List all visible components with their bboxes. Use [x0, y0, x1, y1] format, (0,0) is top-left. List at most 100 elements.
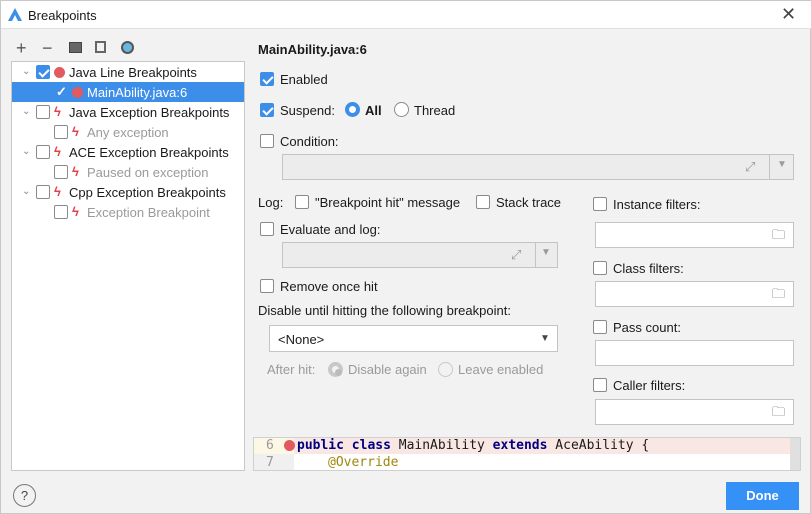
evaluate-checkbox[interactable]: [260, 222, 274, 236]
suspend-all-label: All: [365, 103, 382, 118]
expand-icon[interactable]: ⤢: [511, 247, 521, 263]
tree-item-label: Cpp Exception Breakpoints: [69, 185, 226, 200]
evaluate-label: Evaluate and log:: [280, 222, 381, 237]
tree-item[interactable]: ⌄ ϟ ACE Exception Breakpoints: [12, 142, 244, 162]
title-bar: Breakpoints ✕: [1, 1, 811, 29]
tree-item-checkbox[interactable]: [36, 105, 50, 119]
tree-item-label: Java Line Breakpoints: [69, 65, 197, 80]
disable-until-label: Disable until hitting the following brea…: [258, 303, 511, 318]
tree-item-checkbox[interactable]: [36, 145, 50, 159]
enabled-label: Enabled: [280, 72, 328, 87]
tree-item-checkbox[interactable]: [54, 125, 68, 139]
tree-item-label: Any exception: [87, 125, 169, 140]
dropdown-arrow-icon[interactable]: ▼: [777, 159, 787, 170]
caller-filters-label: Caller filters:: [613, 378, 686, 393]
instance-filters-input[interactable]: 🗀: [595, 222, 794, 248]
disable-until-select[interactable]: <None> ▼: [269, 325, 558, 352]
chevron-down-icon[interactable]: ⌄: [22, 146, 30, 157]
remove-once-label: Remove once hit: [280, 279, 378, 294]
app-logo-icon: [8, 8, 22, 21]
lightning-icon: ϟ: [54, 144, 61, 159]
instance-filters-checkbox[interactable]: [593, 197, 607, 211]
code-preview: 6 public class MainAbility extends AceAb…: [253, 437, 801, 471]
caller-filters-checkbox[interactable]: [593, 378, 607, 392]
selected-option: <None>: [278, 332, 325, 347]
folder-icon[interactable]: 🗀: [772, 403, 785, 425]
caller-filters-input[interactable]: 🗀: [595, 399, 794, 425]
evaluate-input[interactable]: ⤢ ▼: [282, 242, 558, 268]
folder-group-icon[interactable]: [69, 42, 82, 53]
dropdown-arrow-icon: ▼: [540, 333, 550, 344]
instance-filters-label: Instance filters:: [613, 197, 701, 212]
red-dot-icon: [72, 87, 83, 98]
leave-enabled-radio[interactable]: [438, 362, 453, 377]
lightning-icon: ϟ: [72, 204, 79, 219]
tree-item[interactable]: ϟ Paused on exception: [12, 162, 244, 182]
tree-item-checkbox[interactable]: [36, 65, 50, 79]
remove-once-checkbox[interactable]: [260, 279, 274, 293]
help-button[interactable]: ?: [13, 484, 36, 507]
class-filters-checkbox[interactable]: [593, 261, 607, 275]
stack-trace-label: Stack trace: [496, 195, 562, 210]
condition-label: Condition:: [280, 134, 339, 149]
tree-item[interactable]: ϟ Any exception: [12, 122, 244, 142]
enabled-checkbox[interactable]: [260, 72, 274, 86]
tree-item-label: ACE Exception Breakpoints: [69, 145, 229, 160]
scrollbar[interactable]: [790, 438, 800, 470]
suspend-thread-radio[interactable]: [394, 102, 409, 117]
folder-icon[interactable]: 🗀: [772, 226, 785, 248]
line-number: 7: [266, 455, 274, 470]
suspend-checkbox[interactable]: [260, 103, 274, 117]
done-button[interactable]: Done: [726, 482, 799, 510]
lightning-icon: ϟ: [54, 184, 61, 199]
log-label: Log:: [258, 195, 284, 210]
tree-item-checkbox[interactable]: [54, 165, 68, 179]
tree-item-label: Exception Breakpoint: [87, 205, 210, 220]
pass-count-checkbox[interactable]: [593, 320, 607, 334]
add-icon[interactable]: +: [16, 38, 27, 59]
disable-again-label: Disable again: [348, 362, 427, 377]
chevron-down-icon[interactable]: ⌄: [22, 66, 30, 77]
close-icon[interactable]: ✕: [781, 4, 796, 25]
tree-item[interactable]: ✓ MainAbility.java:6: [12, 82, 244, 102]
expand-icon[interactable]: ⤢: [745, 159, 755, 175]
tree-item-label: Java Exception Breakpoints: [69, 105, 230, 120]
class-filters-label: Class filters:: [613, 261, 684, 276]
code-line: public class MainAbility extends AceAbil…: [297, 438, 650, 453]
lightning-icon: ϟ: [72, 164, 79, 179]
tree-item[interactable]: ⌄ ϟ Java Exception Breakpoints: [12, 102, 244, 122]
disable-again-radio[interactable]: [328, 362, 343, 377]
tree-item-checkbox[interactable]: [54, 205, 68, 219]
tree-item-label: MainAbility.java:6: [87, 85, 188, 100]
after-hit-label: After hit:: [267, 362, 316, 377]
stack-trace-checkbox[interactable]: [476, 195, 490, 209]
class-group-icon[interactable]: [121, 41, 134, 54]
tree-item-label: Paused on exception: [87, 165, 209, 180]
breakpoint-title: MainAbility.java:6: [258, 42, 367, 57]
code-line: @Override: [328, 455, 399, 470]
red-dot-icon: [54, 67, 65, 78]
check-icon[interactable]: ✓: [56, 84, 67, 100]
file-group-icon[interactable]: [95, 41, 106, 53]
tree-item[interactable]: ϟ Exception Breakpoint: [12, 202, 244, 222]
tree-item-checkbox[interactable]: [36, 185, 50, 199]
suspend-thread-label: Thread: [414, 103, 456, 118]
folder-icon[interactable]: 🗀: [772, 285, 785, 307]
pass-count-input[interactable]: [595, 340, 794, 366]
condition-input[interactable]: ⤢ ▼: [282, 154, 794, 180]
breakpoint-icon: [284, 440, 295, 451]
lightning-icon: ϟ: [72, 124, 79, 139]
dropdown-arrow-icon[interactable]: ▼: [541, 247, 551, 258]
log-message-checkbox[interactable]: [295, 195, 309, 209]
class-filters-input[interactable]: 🗀: [595, 281, 794, 307]
tree-item[interactable]: ⌄ ϟ Cpp Exception Breakpoints: [12, 182, 244, 202]
suspend-all-radio[interactable]: [345, 102, 360, 117]
chevron-down-icon[interactable]: ⌄: [22, 186, 30, 197]
condition-checkbox[interactable]: [260, 134, 274, 148]
suspend-label: Suspend:: [280, 103, 335, 118]
chevron-down-icon[interactable]: ⌄: [22, 106, 30, 117]
log-message-label: "Breakpoint hit" message: [315, 195, 461, 210]
lightning-icon: ϟ: [54, 104, 61, 119]
tree-item[interactable]: ⌄ Java Line Breakpoints: [12, 62, 244, 82]
remove-icon[interactable]: −: [42, 38, 53, 59]
